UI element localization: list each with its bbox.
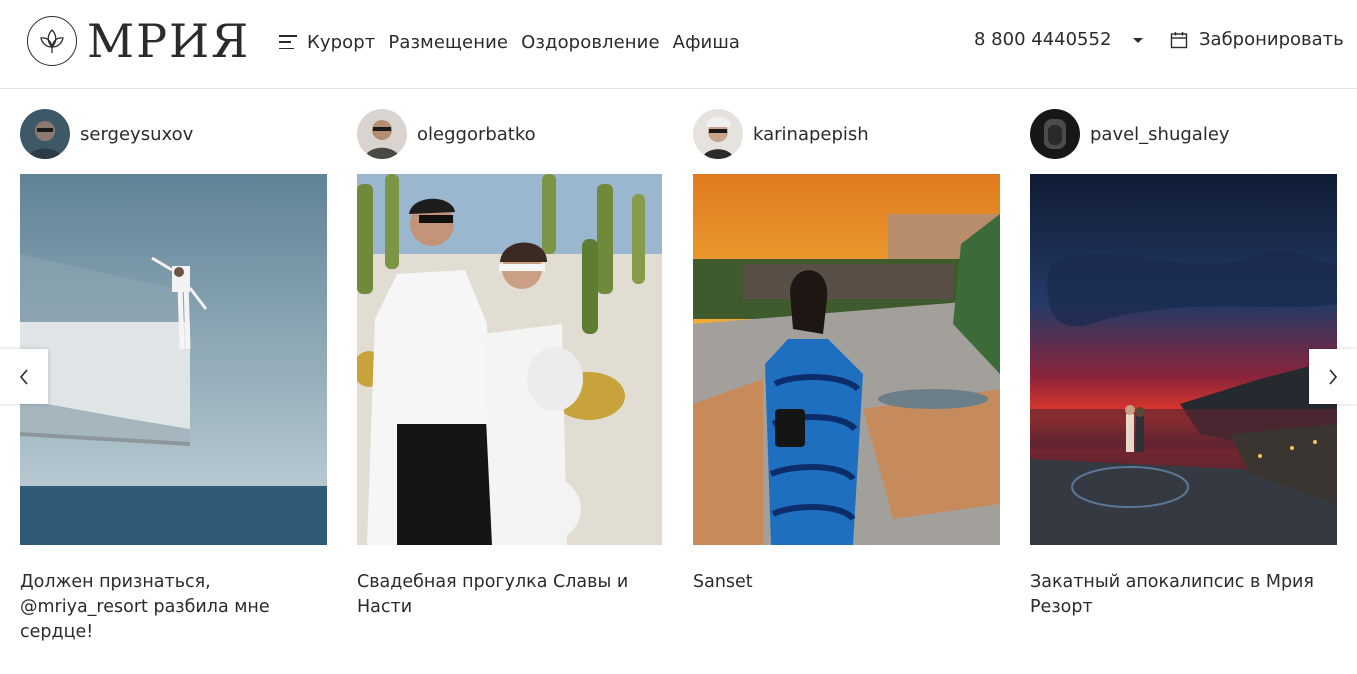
nav-item-accommodation[interactable]: Размещение [388, 32, 508, 53]
avatar [357, 109, 407, 159]
post-photo[interactable] [357, 174, 664, 545]
book-button-label: Забронировать [1199, 29, 1344, 50]
brand-name: МРИЯ [87, 14, 251, 68]
post-caption: Sanset [693, 572, 753, 592]
chevron-down-icon[interactable] [1133, 38, 1143, 43]
post-photo[interactable] [693, 174, 1000, 545]
nav-item-resort[interactable]: Курорт [307, 32, 375, 53]
post-author[interactable]: sergeysuxov [20, 109, 327, 159]
chevron-left-icon [19, 368, 28, 385]
carousel-prev-button[interactable] [0, 349, 48, 404]
post-photo[interactable] [1030, 174, 1337, 545]
avatar [1030, 109, 1080, 159]
post-card[interactable]: pavel_shugaley Закатный апокалипсис в Мр… [1030, 109, 1337, 617]
hamburger-menu-icon[interactable] [279, 35, 297, 49]
post-card[interactable]: sergeysuxov Должен признаться, @mriya_re… [20, 109, 327, 642]
username: pavel_shugaley [1090, 123, 1230, 145]
post-card[interactable]: karinapepish Sanset [693, 109, 1000, 592]
calendar-icon [1170, 31, 1188, 48]
phone-number[interactable]: 8 800 4440552 [974, 29, 1111, 50]
post-card[interactable]: oleggorbatko Свадебная прогулка Славы и … [357, 109, 664, 617]
post-author[interactable]: pavel_shugaley [1030, 109, 1337, 159]
site-header: МРИЯ Курорт Размещение Оздоровление Афиш… [0, 0, 1357, 89]
main-nav: Курорт Размещение Оздоровление Афиша [279, 29, 753, 55]
post-author[interactable]: oleggorbatko [357, 109, 664, 159]
username: karinapepish [753, 123, 869, 145]
avatar [20, 109, 70, 159]
post-author[interactable]: karinapepish [693, 109, 1000, 159]
leaf-emblem-icon [27, 16, 77, 66]
post-caption: Должен признаться, @mriya_resort разбила… [20, 572, 270, 642]
chevron-right-icon [1329, 368, 1338, 385]
brand-logo[interactable]: МРИЯ [27, 16, 250, 66]
nav-item-events[interactable]: Афиша [673, 32, 740, 53]
book-button[interactable]: Забронировать [1170, 29, 1344, 50]
post-caption: Закатный апокалипсис в Мрия Резорт [1030, 572, 1314, 617]
avatar [693, 109, 743, 159]
username: sergeysuxov [80, 123, 194, 145]
post-photo[interactable] [20, 174, 327, 545]
post-caption: Свадебная прогулка Славы и Насти [357, 572, 629, 617]
nav-item-wellness[interactable]: Оздоровление [521, 32, 660, 53]
carousel-next-button[interactable] [1309, 349, 1357, 404]
username: oleggorbatko [417, 123, 536, 145]
